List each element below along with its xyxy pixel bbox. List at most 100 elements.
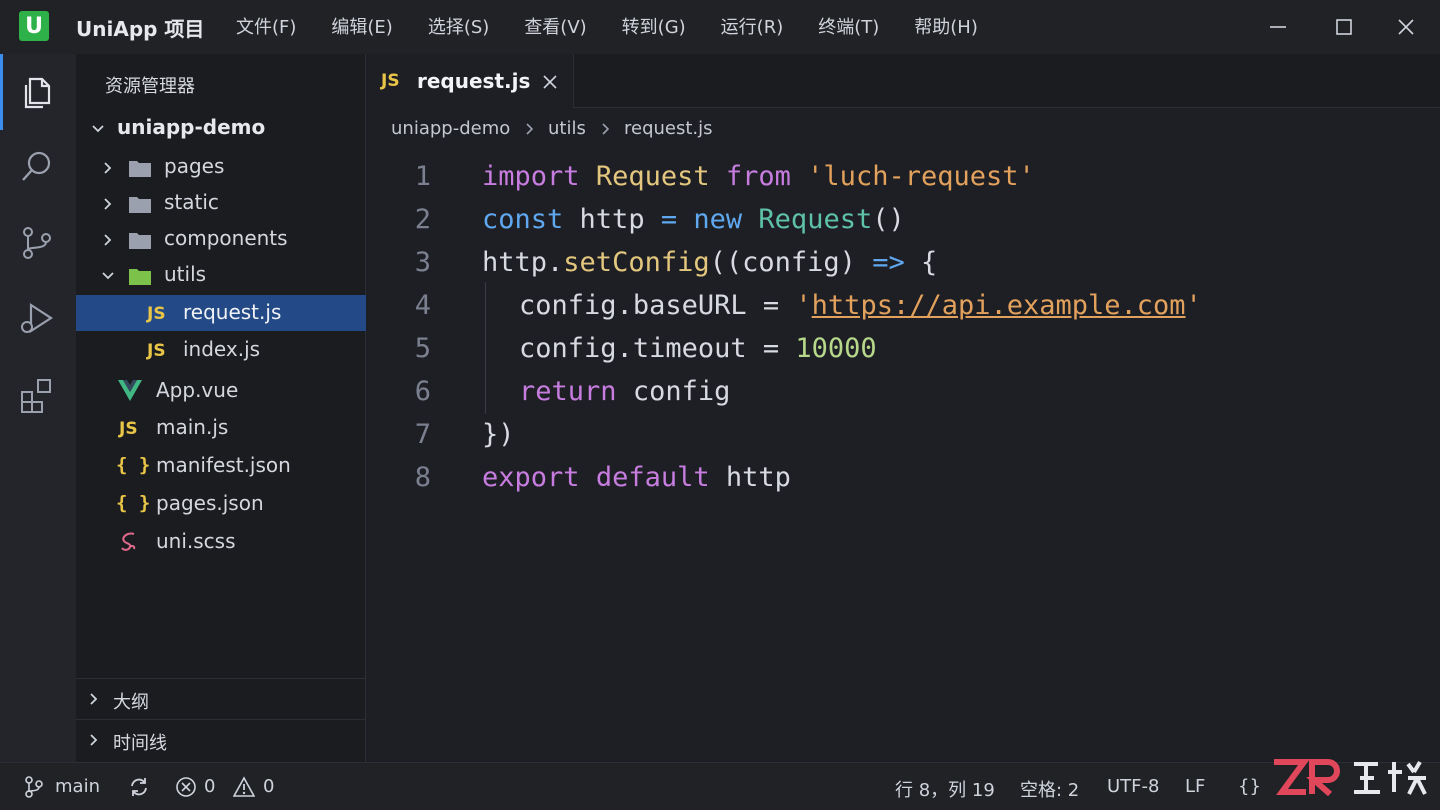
git-branch-icon [25,776,43,798]
menu-go[interactable]: 转到(G) [622,13,686,39]
error-icon [176,777,196,797]
extensions-button[interactable] [18,376,56,414]
code-token: => [872,247,905,278]
line-number: 2 [414,204,431,235]
tree-file-app-vue[interactable]: App.vue [76,373,366,409]
menu-run[interactable]: 运行(R) [721,13,784,39]
tree-folder-utils[interactable]: utils [76,258,366,294]
error-count[interactable]: 0 [204,776,215,797]
tree-file-request-js[interactable]: JS request.js [76,295,366,331]
menu-terminal[interactable]: 终端(T) [818,13,879,39]
menu-view[interactable]: 查看(V) [524,13,586,39]
vue-file-icon [118,380,142,401]
file-label: manifest.json [156,453,291,477]
file-label: pages.json [156,491,264,515]
menu-help[interactable]: 帮助(H) [914,13,978,39]
outline-panel-header[interactable]: 大纲 [76,679,366,719]
code-token: ) [839,247,856,278]
chevron-right-icon [90,693,98,705]
code-token: . [547,247,564,278]
code-editor[interactable]: 1 import Request from 'luch-request' 2 c… [367,148,1440,762]
breadcrumb-item[interactable]: uniapp-demo [391,118,510,139]
file-label: uni.scss [156,529,236,553]
run-debug-button[interactable] [18,300,56,338]
breadcrumb-item[interactable]: utils [548,118,586,139]
tree-file-main-js[interactable]: JS main.js [76,410,366,446]
code-token: () [872,204,905,235]
tree-folder-pages[interactable]: pages [76,150,366,186]
breadcrumb-item[interactable]: request.js [624,118,713,139]
tree-folder-components[interactable]: components [76,222,366,258]
explorer-button[interactable] [18,73,56,111]
cursor-position[interactable]: 行 8，列 19 [895,776,995,802]
minimize-button[interactable] [1265,14,1291,40]
sync-icon[interactable] [128,776,150,798]
line-number: 8 [414,462,431,493]
branch-name[interactable]: main [55,776,100,797]
code-token: . [616,333,633,364]
code-token: 10000 [795,333,877,364]
folder-label: utils [164,262,207,286]
tab-request-js[interactable]: JS request.js [367,54,574,108]
line-number: 1 [414,161,431,192]
timeline-label: 时间线 [113,733,167,754]
close-icon [1398,19,1414,35]
tree-file-uni-scss[interactable]: uni.scss [76,524,366,560]
explorer-sidebar: 资源管理器 uniapp-demo pages static component… [76,54,366,762]
tree-file-index-js[interactable]: JS index.js [76,332,366,368]
json-file-icon: { } [116,492,151,514]
status-bar: main 0 0 行 8，列 19 空格: 2 UTF-8 LF {} [0,762,1440,810]
breadcrumb: uniapp-demo utils request.js [367,108,1440,148]
tree-folder-static[interactable]: static [76,186,366,222]
menu-file[interactable]: 文件(F) [236,13,296,39]
code-token: http [579,204,645,235]
open-folder-icon [129,269,151,285]
code-token[interactable]: https://api.example.com [812,290,1186,321]
timeline-panel-header[interactable]: 时间线 [76,720,366,760]
tree-file-pages-json[interactable]: { } pages.json [76,486,366,522]
maximize-button[interactable] [1331,14,1357,40]
menu-edit[interactable]: 编辑(E) [331,13,392,39]
code-token: import [482,161,580,192]
code-line: http.setConfig((config) => { [482,247,937,278]
tree-file-manifest-json[interactable]: { } manifest.json [76,448,366,484]
menu-selection[interactable]: 选择(S) [428,13,489,39]
code-token: http [482,247,548,278]
code-token: return [519,376,617,407]
tree-root[interactable]: uniapp-demo [76,111,366,147]
file-label: App.vue [156,378,239,402]
encoding[interactable]: UTF-8 [1107,776,1159,797]
code-token: from [725,161,791,192]
line-number: 4 [414,290,431,321]
code-token: }) [482,419,515,450]
close-window-button[interactable] [1393,14,1419,40]
menu-bar: 文件(F) 编辑(E) 选择(S) 查看(V) 转到(G) 运行(R) 终端(T… [236,13,1013,39]
code-token: config [742,247,840,278]
code-token: http [725,462,791,493]
chevron-right-icon [104,198,112,210]
activity-bar [0,54,76,762]
app-title: UniApp 项目 [76,17,205,41]
line-number: 5 [414,333,431,364]
editor-tab-bar: JS request.js [367,54,1440,108]
code-line: }) [482,419,515,450]
code-token: config [519,333,617,364]
js-file-icon: JS [119,419,138,439]
code-token: (( [709,247,743,278]
language-braces-icon[interactable]: {} [1238,776,1261,797]
code-token: const [482,204,564,235]
folder-label: pages [164,154,225,178]
indentation[interactable]: 空格: 2 [1020,776,1079,802]
chevron-right-icon [104,234,112,246]
line-ending[interactable]: LF [1185,776,1205,797]
chevron-right-icon [104,162,112,174]
warning-count[interactable]: 0 [263,776,274,797]
indent-guide [485,282,486,414]
close-icon[interactable] [543,75,557,89]
folder-label: components [164,226,288,250]
code-line: const http = new Request() [482,204,905,235]
source-control-button[interactable] [18,224,56,262]
root-folder-label: uniapp-demo [117,115,266,139]
search-button[interactable] [18,148,56,186]
code-token: ' [1185,290,1202,321]
